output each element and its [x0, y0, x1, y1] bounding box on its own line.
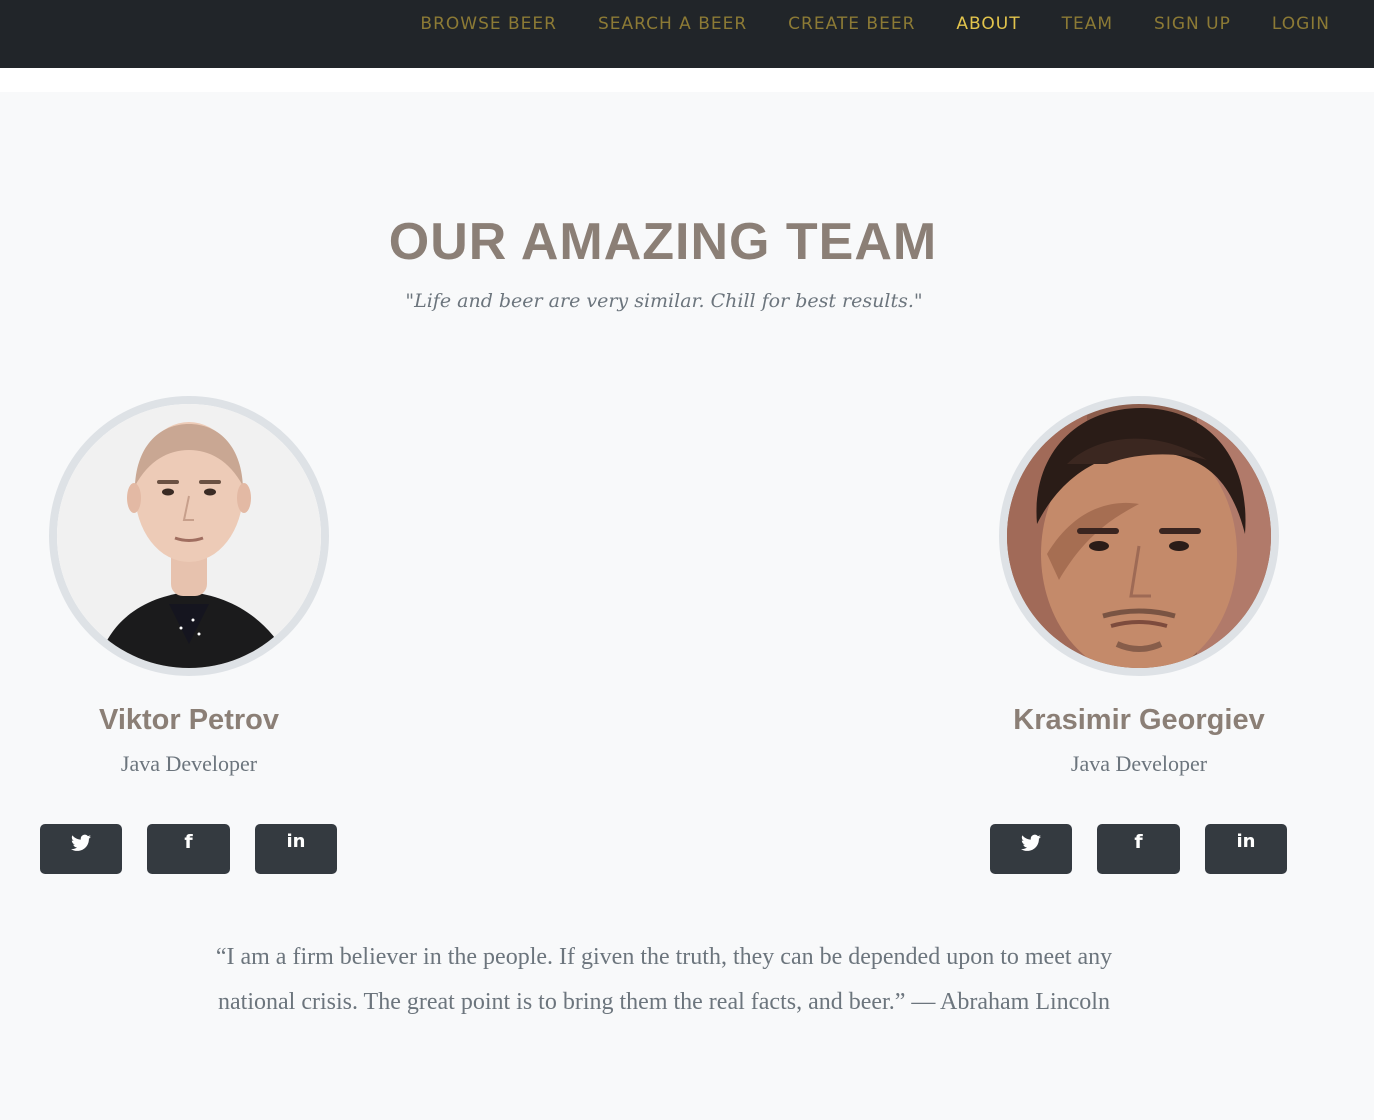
quote-text: “I am a firm believer in the people. If …: [215, 944, 1113, 1015]
linkedin-icon: in: [286, 831, 306, 852]
nav-item-login[interactable]: LOGIN: [1272, 14, 1330, 34]
facebook-button[interactable]: f: [1097, 824, 1180, 874]
twitter-icon: [1021, 834, 1041, 851]
section-subheading: "Life and beer are very similar. Chill f…: [405, 290, 923, 312]
linkedin-button[interactable]: in: [1205, 824, 1287, 874]
header-divider-strip: [0, 68, 1374, 92]
twitter-button[interactable]: [40, 824, 122, 874]
member-avatar: [49, 396, 329, 676]
linkedin-button[interactable]: in: [255, 824, 337, 874]
navbar: BROWSE BEER SEARCH A BEER CREATE BEER AB…: [0, 0, 1374, 68]
nav-item-team[interactable]: TEAM: [1062, 14, 1113, 34]
nav-item-about[interactable]: ABOUT: [956, 14, 1020, 34]
nav-item-search-a-beer[interactable]: SEARCH A BEER: [598, 14, 747, 34]
nav-item-sign-up[interactable]: SIGN UP: [1154, 14, 1231, 34]
section-heading: OUR AMAZING TEAM: [388, 213, 938, 271]
member-role: Java Developer: [1070, 751, 1208, 776]
nav-menu: BROWSE BEER SEARCH A BEER CREATE BEER AB…: [379, 0, 1330, 47]
avatar-photo-male-dark-hair: [1007, 404, 1271, 668]
member-name: Krasimir Georgiev: [1013, 704, 1265, 736]
nav-item-create-beer[interactable]: CREATE BEER: [788, 14, 915, 34]
linkedin-icon: in: [1236, 831, 1256, 852]
member-role: Java Developer: [120, 751, 258, 776]
facebook-button[interactable]: f: [147, 824, 230, 874]
member-name: Viktor Petrov: [99, 704, 279, 736]
avatar-photo-male-shaved-head: [57, 404, 321, 668]
nav-item-browse-beer[interactable]: BROWSE BEER: [420, 14, 557, 34]
facebook-icon: f: [1134, 831, 1143, 853]
facebook-icon: f: [184, 831, 193, 853]
twitter-icon: [71, 834, 91, 851]
member-avatar: [999, 396, 1279, 676]
twitter-button[interactable]: [990, 824, 1072, 874]
